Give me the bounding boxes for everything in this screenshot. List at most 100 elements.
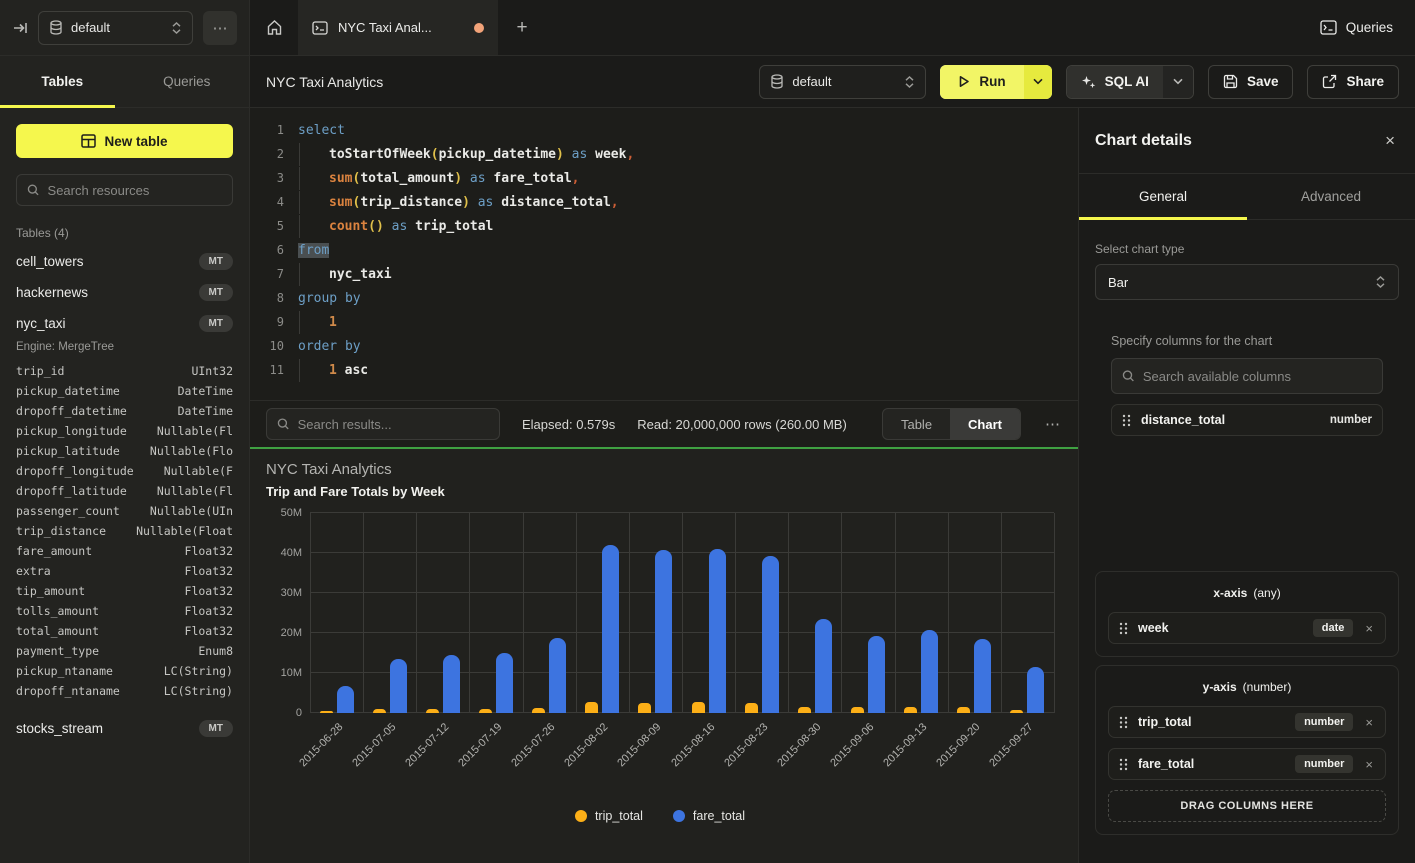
sidebar-tab-tables[interactable]: Tables — [0, 56, 125, 107]
x-tick-label: 2015-08-30 — [775, 721, 823, 769]
results-search-input[interactable] — [298, 417, 489, 432]
sql-editor[interactable]: 1select2toStartOfWeek(pickup_datetime) a… — [250, 108, 1078, 400]
table-row[interactable]: nyc_taxiMT — [0, 308, 249, 339]
column-chip-week[interactable]: weekdate× — [1108, 612, 1386, 644]
database-icon — [770, 74, 784, 89]
code-token: 1 — [329, 315, 337, 330]
column-row: payment_typeEnum8 — [0, 641, 249, 661]
code-token: nyc_taxi — [329, 267, 392, 282]
columns-block: Specify columns for the chart distance_t… — [1111, 334, 1383, 436]
table-row[interactable]: hackernewsMT — [0, 277, 249, 308]
sql-ai-button[interactable]: SQL AI — [1066, 65, 1194, 99]
close-icon[interactable]: × — [1385, 131, 1395, 151]
column-type: Nullable(Float — [136, 524, 233, 538]
remove-icon[interactable]: × — [1363, 757, 1375, 772]
remove-icon[interactable]: × — [1363, 715, 1375, 730]
y-axis-hint: (number) — [1243, 680, 1292, 694]
chip-name: trip_total — [1138, 715, 1191, 729]
code-token: total_amount — [360, 171, 454, 186]
chart-type-label: Select chart type — [1095, 242, 1399, 256]
column-name: pickup_latitude — [16, 444, 120, 458]
columns-search — [1111, 358, 1383, 394]
database-select[interactable]: default — [759, 65, 926, 99]
chevron-up-down-icon — [171, 21, 182, 35]
new-tab-button[interactable]: + — [498, 0, 546, 55]
x-axis-box: x-axis(any) weekdate× — [1095, 571, 1399, 657]
chevron-up-down-icon — [1375, 275, 1386, 289]
y-axis-heading: y-axis(number) — [1108, 676, 1386, 696]
run-options-caret[interactable] — [1024, 65, 1052, 99]
column-name: dropoff_longitude — [16, 464, 134, 478]
code-text: order by — [298, 339, 361, 354]
sql-ai-caret[interactable] — [1163, 66, 1193, 98]
run-button[interactable]: Run — [940, 65, 1051, 99]
line-number: 8 — [250, 291, 284, 305]
x-axis-items: weekdate× — [1108, 612, 1386, 644]
bar-group — [310, 513, 363, 713]
line-number: 9 — [250, 315, 284, 329]
collapse-sidebar-button[interactable] — [12, 20, 28, 36]
column-row: dropoff_ntanameLC(String) — [0, 681, 249, 701]
view-toggle-table[interactable]: Table — [883, 409, 950, 439]
share-button[interactable]: Share — [1307, 65, 1399, 99]
save-label: Save — [1247, 74, 1279, 89]
column-type: Float32 — [185, 604, 233, 618]
plot-area: 010M20M30M40M50M — [310, 513, 1054, 713]
table-row[interactable]: stocks_stream MT — [0, 713, 249, 744]
code-token: trip_total — [415, 219, 493, 234]
y-axis-items: trip_totalnumber× fare_totalnumber× — [1108, 706, 1386, 780]
column-row: fare_amountFloat32 — [0, 541, 249, 561]
drag-grip-icon — [1119, 622, 1128, 635]
column-chip-fare_total[interactable]: fare_totalnumber× — [1108, 748, 1386, 780]
code-text: from — [298, 243, 329, 258]
queries-button[interactable]: Queries — [1320, 20, 1393, 35]
column-type: DateTime — [178, 384, 233, 398]
legend-item-trip_total[interactable]: trip_total — [575, 809, 643, 823]
column-type: DateTime — [178, 404, 233, 418]
column-name: tolls_amount — [16, 604, 99, 618]
code-token: trip_distance — [360, 195, 462, 210]
tab-general[interactable]: General — [1079, 174, 1247, 219]
resource-search-input[interactable] — [48, 183, 222, 198]
code-line: 10order by — [250, 334, 1078, 358]
bar-fare_total — [655, 550, 672, 713]
view-toggle: TableChart — [882, 408, 1021, 440]
code-line: 3sum(total_amount) as fare_total, — [250, 166, 1078, 190]
tab-advanced[interactable]: Advanced — [1247, 174, 1415, 219]
y-tick-label: 40M — [281, 547, 302, 559]
bar-fare_total — [868, 636, 885, 713]
bar-fare_total — [921, 630, 938, 713]
y-tick-label: 50M — [281, 507, 302, 519]
bar-group — [788, 513, 841, 713]
remove-icon[interactable]: × — [1363, 621, 1375, 636]
chart-title: NYC Taxi Analytics — [266, 461, 1054, 478]
chevron-up-down-icon — [904, 75, 915, 89]
sql-ai-main: SQL AI — [1067, 66, 1163, 98]
engine-badge: MT — [199, 720, 233, 737]
table-name: stocks_stream — [16, 721, 103, 736]
workspace-more-button[interactable]: ⋯ — [203, 11, 237, 45]
column-row: tip_amountFloat32 — [0, 581, 249, 601]
results-more-button[interactable]: ⋯ — [1043, 415, 1062, 433]
home-button[interactable] — [250, 0, 298, 55]
code-token: sum — [329, 171, 352, 186]
column-chip-trip_total[interactable]: trip_totalnumber× — [1108, 706, 1386, 738]
view-toggle-chart[interactable]: Chart — [950, 409, 1020, 439]
column-type: Nullable(Flo — [150, 444, 233, 458]
column-chip-distance_total[interactable]: distance_totalnumber — [1111, 404, 1383, 436]
table-row[interactable]: cell_towersMT — [0, 246, 249, 277]
query-tab[interactable]: NYC Taxi Anal... — [298, 0, 498, 55]
sidebar-tab-queries[interactable]: Queries — [125, 56, 250, 107]
workspace-select[interactable]: default — [38, 11, 193, 45]
details-tabs: General Advanced — [1079, 174, 1415, 220]
tab-title: NYC Taxi Anal... — [338, 20, 432, 35]
legend-item-fare_total[interactable]: fare_total — [673, 809, 745, 823]
new-table-label: New table — [104, 134, 167, 149]
drop-zone[interactable]: DRAG COLUMNS HERE — [1108, 790, 1386, 822]
chart-type-select[interactable]: Bar — [1095, 264, 1399, 300]
results-search — [266, 408, 500, 440]
workspace-name: default — [71, 20, 163, 35]
columns-search-input[interactable] — [1143, 369, 1372, 384]
new-table-button[interactable]: New table — [16, 124, 233, 158]
save-button[interactable]: Save — [1208, 65, 1294, 99]
